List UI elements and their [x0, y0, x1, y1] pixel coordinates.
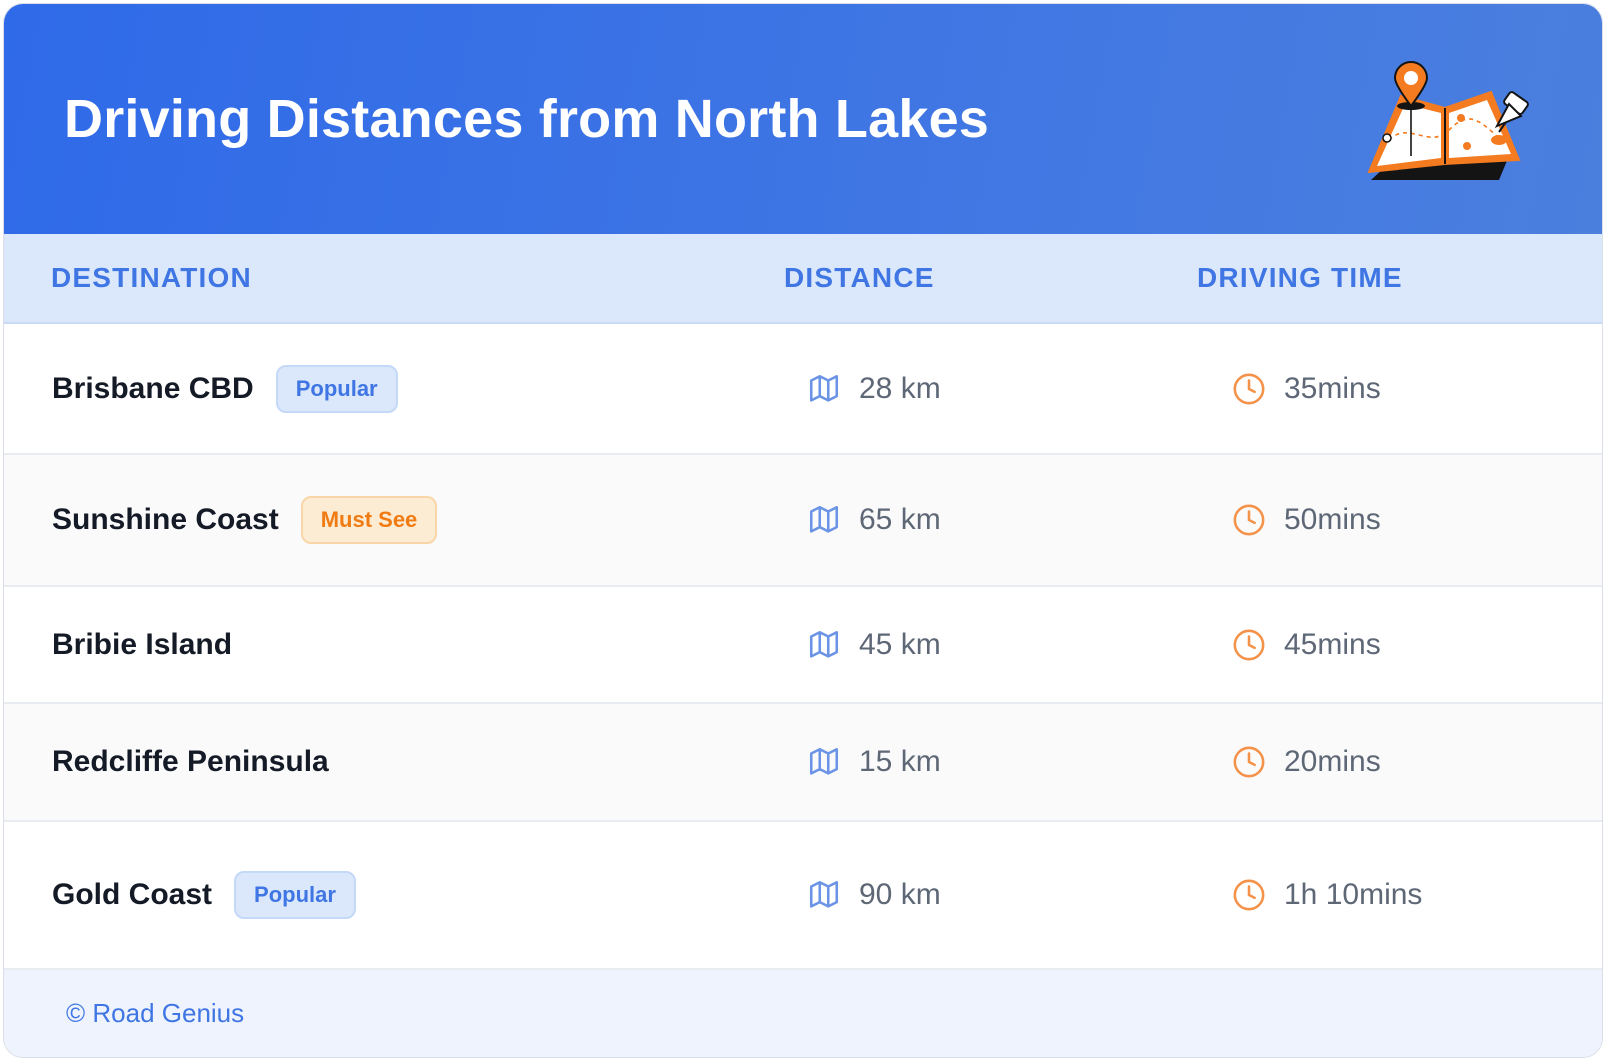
- distance-value: 28 km: [859, 371, 941, 405]
- distance-cell: 65 km: [807, 503, 941, 537]
- map-icon: [809, 880, 839, 908]
- map-icon: [809, 747, 839, 775]
- table-row: Sunshine Coast Must See 65 km 50mins: [4, 455, 1602, 587]
- clock-icon: [1233, 629, 1265, 660]
- destination-name: Bribie Island: [52, 627, 233, 661]
- clock-icon: [1233, 504, 1265, 536]
- driving-time-cell: 20mins: [1232, 745, 1381, 779]
- destination-name: Brisbane CBD: [52, 371, 254, 405]
- clock-icon: [1233, 373, 1265, 404]
- table-header: DESTINATION DISTANCE DRIVING TIME: [4, 234, 1602, 324]
- driving-time-cell: 1h 10mins: [1232, 878, 1422, 912]
- table-row: Brisbane CBD Popular 28 km 35mins: [4, 324, 1602, 455]
- distance-value: 90 km: [859, 878, 941, 911]
- destination-name: Redcliffe Peninsula: [52, 745, 329, 778]
- popular-badge: Popular: [234, 871, 356, 919]
- distance-value: 65 km: [859, 503, 941, 536]
- card-footer: © Road Genius: [4, 970, 1602, 1057]
- driving-time-value: 1h 10mins: [1284, 878, 1423, 911]
- map-icon: [809, 630, 839, 658]
- must-see-badge: Must See: [300, 496, 438, 544]
- page-title: Driving Distances from North Lakes: [64, 89, 990, 149]
- destination-cell: Gold Coast Popular: [52, 871, 356, 919]
- table-row: Bribie Island 45 km 45mins: [4, 587, 1602, 704]
- destination-cell: Brisbane CBD Popular: [52, 364, 398, 413]
- driving-time-value: 50mins: [1284, 503, 1381, 536]
- destination-cell: Sunshine Coast Must See: [52, 496, 438, 544]
- destination-name: Gold Coast: [52, 878, 213, 911]
- table-row: Gold Coast Popular 90 km 1h 10mins: [4, 822, 1602, 970]
- destination-cell: Bribie Island: [52, 628, 232, 662]
- folded-map-with-pins-icon: [1367, 61, 1529, 180]
- distance-card: Driving Distances from North Lakes DESTI…: [3, 3, 1603, 1058]
- distance-cell: 45 km: [807, 628, 941, 662]
- clock-icon: [1233, 746, 1265, 778]
- distance-value: 15 km: [859, 745, 941, 778]
- driving-time-cell: 45mins: [1232, 628, 1381, 662]
- driving-time-value: 45mins: [1284, 627, 1381, 661]
- distance-cell: 28 km: [807, 372, 941, 406]
- driving-time-value: 20mins: [1284, 745, 1381, 778]
- clock-icon: [1233, 879, 1265, 911]
- driving-time-value: 35mins: [1284, 371, 1381, 405]
- distance-cell: 15 km: [807, 745, 941, 779]
- column-header-driving-time: DRIVING TIME: [1197, 262, 1403, 293]
- distance-value: 45 km: [859, 627, 941, 661]
- destination-cell: Redcliffe Peninsula: [52, 745, 329, 779]
- driving-time-cell: 35mins: [1232, 372, 1381, 406]
- map-icon: [809, 505, 839, 533]
- popular-badge: Popular: [275, 364, 398, 413]
- map-icon: [809, 374, 839, 402]
- destination-name: Sunshine Coast: [52, 503, 279, 536]
- card-header: Driving Distances from North Lakes: [4, 4, 1602, 234]
- driving-time-cell: 50mins: [1232, 503, 1381, 537]
- table-row: Redcliffe Peninsula 15 km 20mins: [4, 704, 1602, 822]
- copyright-text: © Road Genius: [66, 998, 245, 1028]
- column-header-distance: DISTANCE: [784, 262, 935, 293]
- distance-cell: 90 km: [807, 878, 941, 912]
- column-header-destination: DESTINATION: [51, 262, 252, 293]
